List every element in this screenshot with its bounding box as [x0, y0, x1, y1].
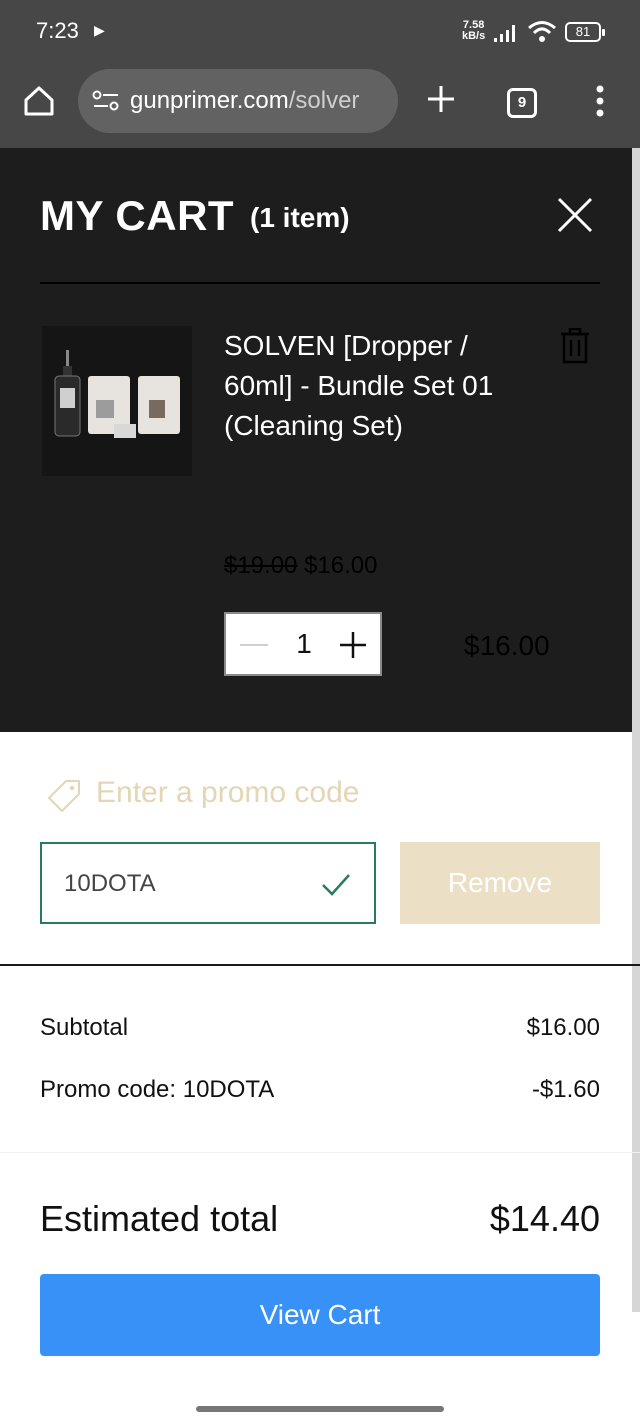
- browser-toolbar: gunprimer.com/solver 9: [0, 64, 640, 148]
- product-image[interactable]: [42, 326, 192, 476]
- subtotal-value: $16.00: [526, 1014, 600, 1041]
- promo-code-field: [40, 842, 376, 924]
- battery-level: 81: [575, 24, 591, 39]
- more-options-icon[interactable]: [590, 84, 610, 118]
- trash-icon[interactable]: [560, 328, 590, 364]
- sale-price: $16.00: [304, 552, 378, 579]
- cart-panel: MY CART (1 item) SOLVEN [Dropper / 60ml]…: [0, 148, 640, 732]
- original-price: $19.00: [224, 552, 298, 579]
- scrollbar[interactable]: [632, 148, 640, 1312]
- product-name[interactable]: SOLVEN [Dropper / 60ml] - Bundle Set 01 …: [224, 326, 524, 446]
- home-indicator[interactable]: [196, 1406, 444, 1412]
- wifi-icon: [528, 21, 556, 42]
- section-divider: [0, 964, 640, 966]
- cart-title: MY CART: [40, 192, 235, 239]
- tab-count: 9: [517, 94, 527, 111]
- header-divider: [40, 282, 600, 284]
- promo-discount-value: -$1.60: [531, 1076, 600, 1103]
- address-bar[interactable]: gunprimer.com/solver: [78, 69, 398, 133]
- status-bar: 7:23 ▶ 7.58 kB/s 81: [0, 0, 640, 64]
- summary-divider: [0, 1152, 640, 1153]
- new-tab-icon[interactable]: [424, 82, 458, 116]
- tag-icon: [48, 780, 80, 812]
- status-time: 7:23: [36, 18, 79, 43]
- tab-switcher-button[interactable]: 9: [507, 88, 537, 118]
- cart-item-count: (1 item): [250, 202, 350, 233]
- network-speed: 7.58 kB/s: [462, 20, 485, 42]
- promo-discount-label: Promo code: 10DOTA: [40, 1076, 275, 1103]
- cell-signal-icon: [494, 25, 515, 42]
- remove-promo-button[interactable]: Remove: [400, 842, 600, 924]
- subtotal-label: Subtotal: [40, 1014, 129, 1041]
- estimated-total-value: $14.40: [489, 1198, 600, 1239]
- battery-icon: 81: [565, 22, 605, 42]
- quantity-stepper: 1: [224, 612, 382, 676]
- url-text: gunprimer.com/solver: [130, 87, 359, 115]
- quantity-value[interactable]: 1: [290, 628, 318, 660]
- checkmark-icon: [322, 874, 350, 896]
- url-domain: gunprimer.com: [130, 87, 289, 114]
- decrease-quantity-button[interactable]: [240, 644, 268, 646]
- view-cart-button[interactable]: View Cart: [40, 1274, 600, 1356]
- site-settings-icon[interactable]: [92, 89, 120, 113]
- increase-quantity-button[interactable]: [338, 630, 368, 660]
- close-icon[interactable]: [556, 196, 594, 234]
- promo-code-label: Enter a promo code: [96, 776, 360, 809]
- line-total: $16.00: [464, 630, 550, 661]
- estimated-total-label: Estimated total: [40, 1198, 279, 1239]
- url-path: /solver: [288, 87, 360, 114]
- price-row: $19.00 $16.00: [224, 552, 377, 580]
- media-playing-icon: ▶: [94, 22, 105, 38]
- network-speed-unit: kB/s: [462, 30, 486, 42]
- promo-code-input[interactable]: [64, 866, 304, 902]
- home-icon[interactable]: [22, 84, 56, 118]
